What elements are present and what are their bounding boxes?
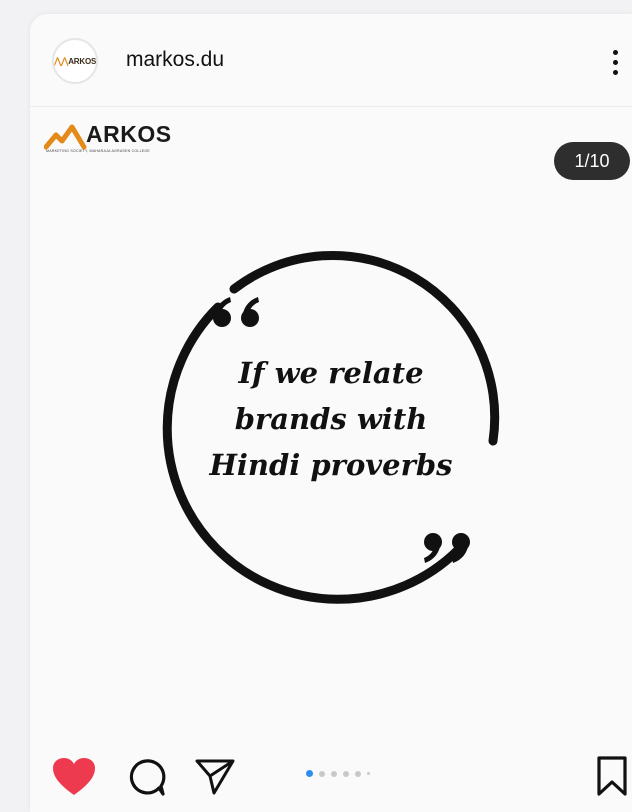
avatar-logo-text: ARKOS xyxy=(68,56,97,66)
username[interactable]: markos.du xyxy=(126,48,224,72)
avatar[interactable]: ⋀⋀ ARKOS xyxy=(52,38,98,84)
heart-icon[interactable] xyxy=(52,757,96,797)
post-header: ⋀⋀ ARKOS markos.du xyxy=(30,14,632,107)
more-dot xyxy=(612,49,618,55)
more-options-button[interactable] xyxy=(604,42,626,82)
send-icon[interactable] xyxy=(194,757,236,797)
avatar-logo: ⋀⋀ ARKOS xyxy=(54,56,96,67)
quote-text: If we relate brands with Hindi proverbs xyxy=(30,350,632,488)
post-card: ⋀⋀ ARKOS markos.du ARKOS MARKETING SOCIE… xyxy=(30,14,632,812)
open-quote-icon xyxy=(213,297,259,327)
bookmark-icon[interactable] xyxy=(596,755,628,797)
avatar-logo-mark: ⋀⋀ xyxy=(53,55,69,66)
post-media[interactable]: ARKOS MARKETING SOCIETY, MAHARAJA AGRASE… xyxy=(30,107,632,737)
carousel-dot-active xyxy=(306,770,313,777)
carousel-dot xyxy=(343,770,349,777)
carousel-indicator xyxy=(306,770,370,777)
more-dot xyxy=(612,69,618,75)
carousel-dot xyxy=(331,770,337,777)
quote-line: brands with xyxy=(234,402,428,436)
carousel-dot xyxy=(319,770,325,777)
post-actions xyxy=(30,737,632,812)
more-dot xyxy=(612,59,618,65)
carousel-dot xyxy=(355,770,361,777)
comment-icon[interactable] xyxy=(126,757,166,797)
quote-line: Hindi proverbs xyxy=(209,448,453,482)
carousel-dot xyxy=(367,772,370,775)
quote-line: If we relate xyxy=(238,356,424,390)
